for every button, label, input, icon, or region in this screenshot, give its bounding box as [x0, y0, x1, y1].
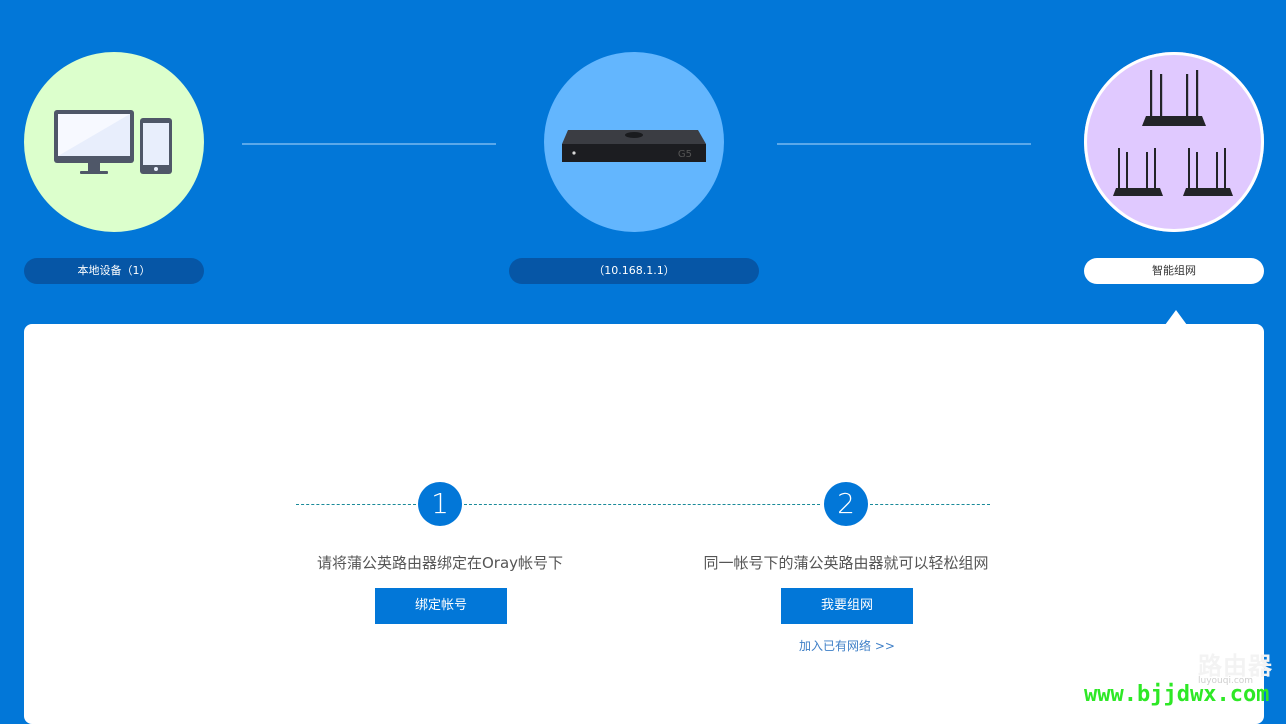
connector-line	[242, 143, 496, 145]
step-2-badge: 2	[824, 482, 868, 526]
create-mesh-button[interactable]: 我要组网	[781, 588, 913, 624]
bind-account-button[interactable]: 绑定帐号	[375, 588, 507, 624]
router-ip-label[interactable]: （10.168.1.1）	[509, 258, 759, 284]
step-dashed-line	[296, 504, 416, 505]
router-box-icon: G5	[562, 130, 706, 162]
desktop-tablet-icon	[54, 110, 172, 174]
watermark-url: www.bjjdwx.com	[1084, 682, 1270, 707]
step-2-description: 同一帐号下的蒲公英路由器就可以轻松组网	[703, 554, 989, 572]
connector-line	[777, 143, 1031, 145]
mesh-network-tab[interactable]: 智能组网	[1084, 258, 1264, 284]
step-1-description: 请将蒲公英路由器绑定在Oray帐号下	[316, 554, 564, 572]
step-dashed-line	[464, 504, 820, 505]
router-model-mark: G5	[678, 149, 692, 160]
local-devices-label[interactable]: 本地设备（1）	[24, 258, 204, 284]
step-dashed-line	[870, 504, 990, 505]
mesh-network-node[interactable]	[1084, 52, 1264, 232]
mesh-routers-icon	[1113, 70, 1233, 196]
panel-pointer	[1165, 310, 1187, 325]
local-devices-node[interactable]	[24, 52, 204, 232]
mesh-setup-panel: 1 2 请将蒲公英路由器绑定在Oray帐号下 同一帐号下的蒲公英路由器就可以轻松…	[24, 324, 1264, 724]
step-1-badge: 1	[418, 482, 462, 526]
join-existing-network-link[interactable]: 加入已有网络 >>	[746, 637, 948, 654]
router-node[interactable]: G5	[544, 52, 724, 232]
